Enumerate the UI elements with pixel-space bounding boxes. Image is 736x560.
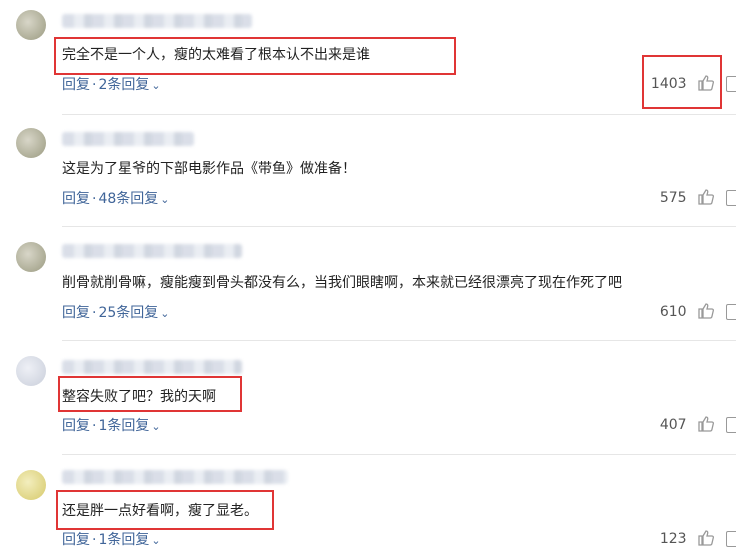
like-count: 123 [659, 531, 687, 547]
divider [62, 454, 736, 455]
replies-toggle[interactable]: 2条回复 [98, 77, 149, 93]
more-icon[interactable] [726, 304, 736, 320]
chevron-down-icon: ⌄ [160, 193, 170, 206]
comment-text: 这是为了星爷的下部电影作品《带鱼》做准备！ [62, 161, 356, 177]
like-area: 610 [660, 302, 714, 320]
reply-button[interactable]: 回复 [62, 418, 90, 434]
reply-button[interactable]: 回复 [62, 77, 90, 93]
replies-toggle[interactable]: 48条回复 [98, 191, 158, 207]
chevron-down-icon: ⌄ [160, 307, 170, 320]
replies-toggle[interactable]: 25条回复 [98, 305, 158, 321]
thumbs-up-icon[interactable] [697, 529, 714, 546]
more-icon[interactable] [726, 76, 736, 92]
avatar[interactable] [16, 10, 46, 40]
username-blurred[interactable] [62, 470, 288, 484]
avatar[interactable] [16, 356, 46, 386]
highlight-box [58, 376, 242, 412]
more-icon[interactable] [726, 417, 736, 433]
username-blurred[interactable] [62, 360, 242, 374]
divider [62, 114, 736, 115]
reply-button[interactable]: 回复 [62, 305, 90, 321]
username-blurred[interactable] [62, 244, 242, 258]
avatar[interactable] [16, 242, 46, 272]
thumbs-up-icon[interactable] [697, 188, 714, 205]
like-count: 407 [659, 417, 687, 433]
reply-row: 回复 · 1条回复 ⌄ [62, 532, 161, 548]
chevron-down-icon: ⌄ [151, 420, 161, 433]
thumbs-up-icon[interactable] [697, 415, 714, 432]
reply-row: 回复 · 48条回复 ⌄ [62, 191, 170, 207]
username-blurred[interactable] [62, 132, 194, 146]
more-icon[interactable] [726, 190, 736, 206]
like-area: 407 [660, 415, 714, 433]
reply-row: 回复 · 1条回复 ⌄ [62, 418, 161, 434]
reply-button[interactable]: 回复 [62, 191, 90, 207]
like-count: 575 [659, 190, 687, 206]
like-count: 610 [659, 304, 687, 320]
chevron-down-icon: ⌄ [151, 534, 161, 547]
avatar[interactable] [16, 128, 46, 158]
more-icon[interactable] [726, 531, 736, 547]
highlight-box [56, 490, 274, 530]
reply-row: 回复 · 25条回复 ⌄ [62, 305, 170, 321]
comment-text: 削骨就削骨嘛，瘦能瘦到骨头都没有么，当我们眼瞎啊，本来就已经很漂亮了现在作死了吧 [62, 275, 622, 291]
chevron-down-icon: ⌄ [151, 79, 161, 92]
reply-button[interactable]: 回复 [62, 532, 90, 548]
like-area: 123 [660, 529, 714, 547]
reply-row: 回复 · 2条回复 ⌄ [62, 77, 161, 93]
divider [62, 226, 736, 227]
replies-toggle[interactable]: 1条回复 [98, 418, 149, 434]
highlight-box [642, 55, 722, 109]
divider [62, 340, 736, 341]
highlight-box [54, 37, 456, 75]
avatar[interactable] [16, 470, 46, 500]
username-blurred[interactable] [62, 14, 252, 28]
thumbs-up-icon[interactable] [697, 302, 714, 319]
replies-toggle[interactable]: 1条回复 [98, 532, 149, 548]
like-area: 575 [660, 188, 714, 206]
